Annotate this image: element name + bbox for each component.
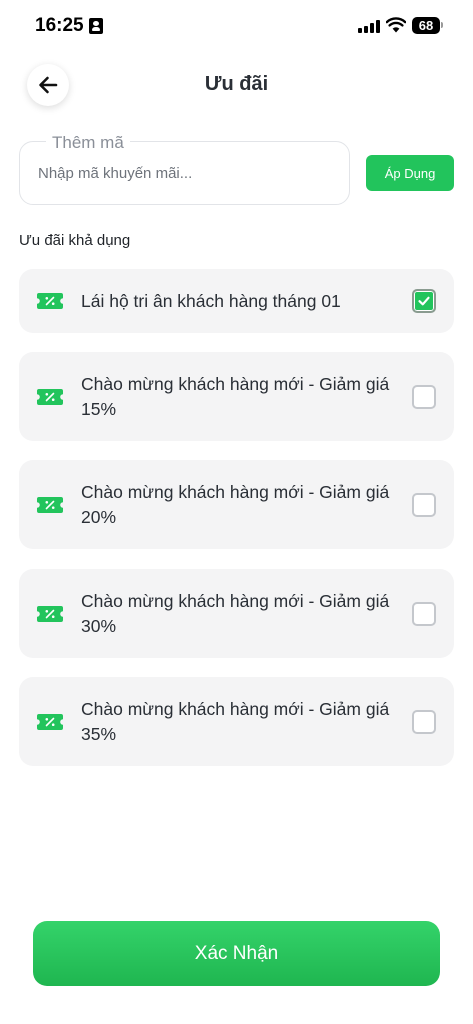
confirm-button[interactable]: Xác Nhận	[33, 921, 440, 986]
offer-label: Lái hộ tri ân khách hàng tháng 01	[81, 291, 341, 311]
offer-item-3[interactable]: Chào mừng khách hàng mới - Giảm giá 20%	[19, 460, 454, 549]
available-offers-title: Ưu đãi khả dụng	[19, 232, 131, 249]
checkmark-icon	[418, 296, 430, 306]
offer-label: Chào mừng khách hàng mới - Giảm giá 35%	[81, 699, 390, 744]
offer-checkbox[interactable]	[412, 710, 436, 734]
offer-item-2[interactable]: Chào mừng khách hàng mới - Giảm giá 15%	[19, 352, 454, 441]
offer-checkbox[interactable]	[412, 493, 436, 517]
contact-icon	[89, 18, 103, 34]
offer-item-5[interactable]: Chào mừng khách hàng mới - Giảm giá 35%	[19, 677, 454, 766]
page-title: Ưu đãi	[204, 73, 269, 95]
cellular-signal-icon	[358, 20, 380, 33]
offer-label: Chào mừng khách hàng mới - Giảm giá 20%	[81, 482, 390, 527]
discount-ticket-icon	[37, 293, 63, 309]
offer-checkbox[interactable]	[412, 385, 436, 409]
discount-ticket-icon	[37, 389, 63, 405]
status-bar: 16:25 68	[0, 0, 473, 54]
offer-label: Chào mừng khách hàng mới - Giảm giá 15%	[81, 374, 390, 419]
discount-ticket-icon	[37, 714, 63, 730]
apply-button[interactable]: Áp Dụng	[366, 155, 454, 191]
promotions-screen: 16:25 68 Ưu đãi Thêm mã Áp Dụng Ưu đãi k…	[0, 0, 473, 1024]
offer-item-1[interactable]: Lái hộ tri ân khách hàng tháng 01	[19, 269, 454, 333]
status-time: 16:25	[35, 15, 84, 36]
offer-checkbox[interactable]	[412, 602, 436, 626]
offer-checkbox[interactable]	[412, 289, 436, 313]
battery-icon: 68	[412, 17, 440, 34]
discount-ticket-icon	[37, 606, 63, 622]
wifi-icon	[386, 17, 406, 33]
discount-ticket-icon	[37, 497, 63, 513]
promo-code-input[interactable]	[38, 160, 338, 186]
offer-item-4[interactable]: Chào mừng khách hàng mới - Giảm giá 30%	[19, 569, 454, 658]
battery-tip	[441, 22, 443, 28]
promo-code-legend: Thêm mã	[46, 133, 130, 153]
offer-label: Chào mừng khách hàng mới - Giảm giá 30%	[81, 591, 390, 636]
